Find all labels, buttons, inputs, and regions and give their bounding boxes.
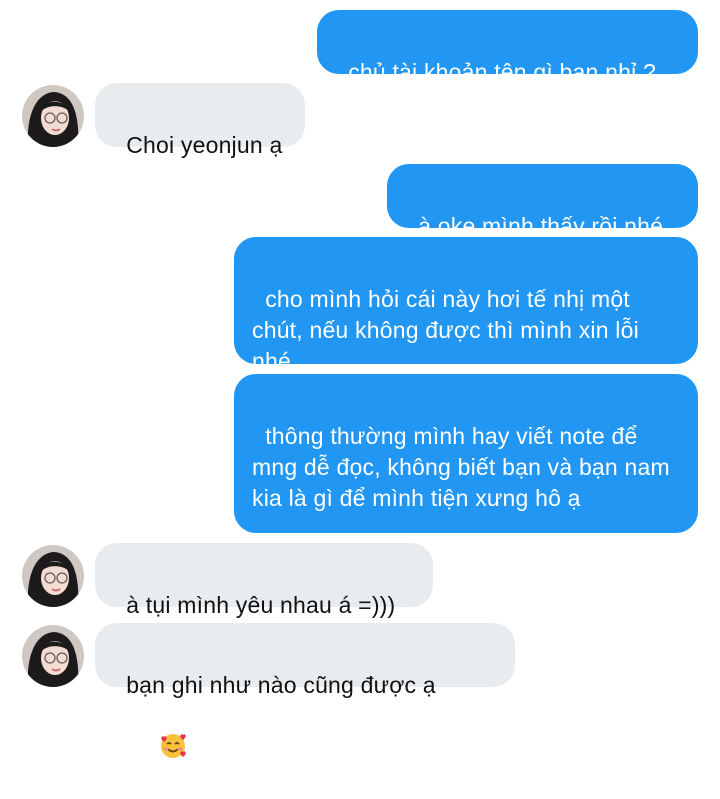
message-text: cho mình hỏi cái này hơi tế nhị một chút… — [252, 286, 646, 374]
message-bubble-outgoing[interactable]: chủ tài khoản tên gì bạn nhỉ ? — [317, 10, 698, 85]
message-bubble-outgoing[interactable]: cho mình hỏi cái này hơi tế nhị một chút… — [234, 237, 698, 374]
message-bubble-outgoing[interactable]: à oke mình thấy rồi nhé — [387, 164, 698, 239]
avatar-icon[interactable] — [22, 545, 84, 607]
avatar-icon[interactable] — [22, 85, 84, 147]
message-bubble-incoming[interactable]: bạn ghi như nào cũng được ạ — [95, 623, 515, 758]
message-text: thông thường mình hay viết note để mng d… — [252, 423, 677, 511]
message-text: à oke mình thấy rồi nhé — [418, 213, 664, 239]
message-bubble-incoming[interactable]: Choi yeonjun ạ — [95, 83, 305, 158]
message-text: bạn ghi như nào cũng được ạ — [126, 672, 436, 698]
avatar-icon[interactable] — [22, 625, 84, 687]
message-text: Choi yeonjun ạ — [126, 132, 283, 158]
smiling-face-with-hearts-icon — [132, 701, 186, 799]
message-text: chủ tài khoản tên gì bạn nhỉ ? — [348, 59, 656, 85]
message-bubble-incoming[interactable]: à tụi mình yêu nhau á =))) — [95, 543, 433, 618]
message-bubble-outgoing[interactable]: thông thường mình hay viết note để mng d… — [234, 374, 698, 533]
message-text: à tụi mình yêu nhau á =))) — [126, 592, 396, 618]
